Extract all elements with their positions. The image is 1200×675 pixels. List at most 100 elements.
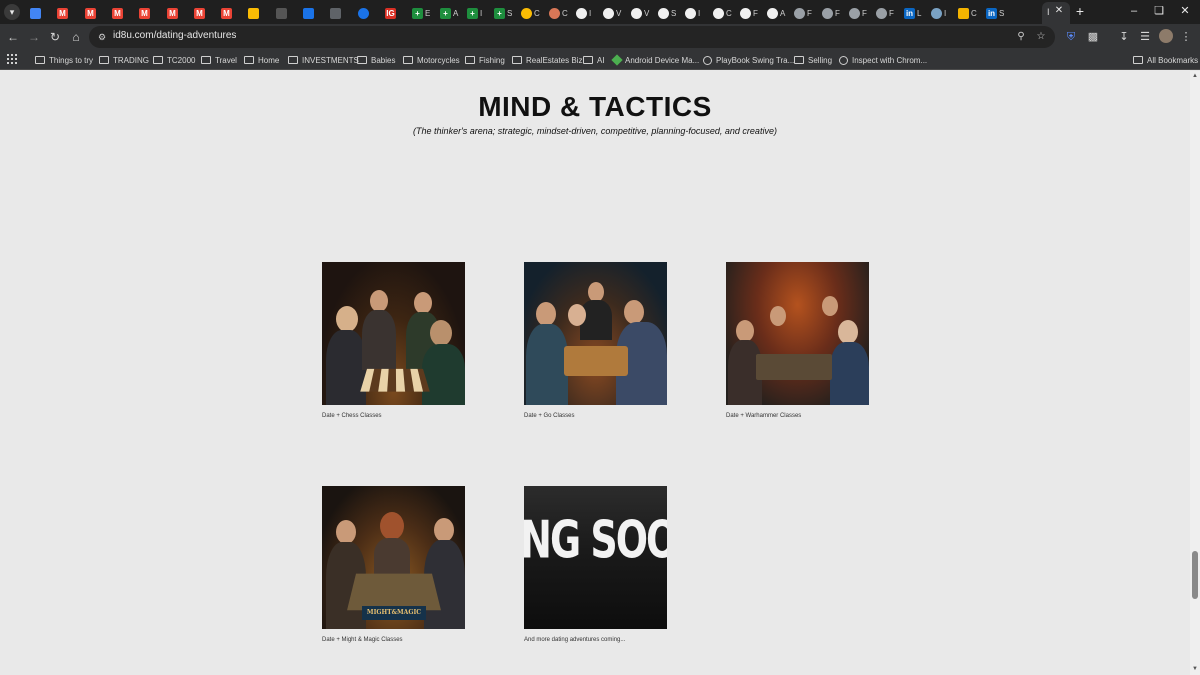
media-control-icon[interactable]: ☰ — [1137, 29, 1153, 45]
bookmark-item[interactable]: RealEstates Biz — [512, 53, 582, 67]
back-icon[interactable]: ← — [5, 29, 21, 45]
browser-tab[interactable]: M — [218, 4, 244, 22]
bookmark-item[interactable]: Home — [244, 53, 279, 67]
browser-tab[interactable]: + E — [409, 4, 435, 22]
browser-tab[interactable]: M — [54, 4, 80, 22]
forward-icon[interactable]: → — [26, 29, 42, 45]
browser-tab[interactable]: C — [546, 4, 572, 22]
card-chess[interactable]: Date + Chess Classes — [322, 262, 465, 419]
menu-icon[interactable]: ⋮ — [1178, 29, 1194, 45]
scroll-up-icon[interactable]: ▲ — [1191, 72, 1199, 80]
browser-tab[interactable]: C — [955, 4, 981, 22]
new-tab-button[interactable]: + — [1073, 3, 1087, 19]
browser-tab[interactable]: I — [682, 4, 708, 22]
browser-tab[interactable]: F — [819, 4, 845, 22]
browser-tab[interactable]: A — [764, 4, 790, 22]
bitwarden-shield-icon[interactable]: ⛨ — [1063, 29, 1079, 45]
tab-title: S — [999, 8, 1005, 18]
card-might-magic[interactable]: MIGHT&MAGIC Date + Might & Magic Classes — [322, 486, 465, 643]
browser-tab[interactable]: V — [600, 4, 626, 22]
bookmark-item[interactable]: Inspect with Chrom... — [839, 53, 927, 67]
address-bar[interactable]: ⚙ id8u.com/dating-adventures ⚲ ☆ — [89, 26, 1055, 48]
gmail-icon: M — [57, 7, 68, 19]
bookmark-star-icon[interactable]: ☆ — [1034, 30, 1048, 44]
bookmark-item[interactable]: Selling — [794, 53, 832, 67]
page-scrollbar[interactable]: ▲ ▼ — [1190, 71, 1200, 675]
home-icon[interactable]: ⌂ — [68, 29, 84, 45]
bookmark-item[interactable]: INVESTMENTS — [288, 53, 359, 67]
bookmark-item[interactable]: TRADING — [99, 53, 149, 67]
bookmark-label: TC2000 — [167, 55, 196, 65]
browser-tab[interactable]: C — [518, 4, 544, 22]
tab-title: S — [671, 8, 677, 18]
apps-grid-icon[interactable] — [7, 54, 17, 64]
browser-tab[interactable]: in L — [901, 4, 927, 22]
url-text[interactable]: id8u.com/dating-adventures — [113, 30, 236, 41]
browser-tab[interactable]: IG — [382, 4, 408, 22]
browser-tab[interactable]: + A — [437, 4, 463, 22]
browser-tab[interactable]: C — [710, 4, 736, 22]
bookmark-item[interactable]: Android Device Ma... — [611, 53, 699, 67]
extensions-icon[interactable]: ▩ — [1085, 29, 1101, 45]
browser-tab[interactable]: I — [573, 4, 599, 22]
chess-photo[interactable] — [322, 262, 465, 405]
browser-tab[interactable]: + S — [491, 4, 517, 22]
card-warhammer[interactable]: Date + Warhammer Classes — [726, 262, 869, 419]
browser-tab[interactable] — [273, 4, 299, 22]
browser-tab[interactable]: F — [737, 4, 763, 22]
sheets-icon: + — [467, 7, 478, 19]
tab-search-icon[interactable]: ▾ — [4, 4, 20, 20]
browser-tab[interactable]: S — [655, 4, 681, 22]
scroll-down-icon[interactable]: ▼ — [1191, 665, 1199, 673]
bookmark-item[interactable]: Fishing — [465, 53, 505, 67]
reload-icon[interactable]: ↻ — [47, 29, 63, 45]
browser-tab[interactable]: M — [136, 4, 162, 22]
bookmark-label: INVESTMENTS — [302, 55, 359, 65]
card-go[interactable]: Date + Go Classes — [524, 262, 667, 419]
browser-tab[interactable] — [300, 4, 326, 22]
browser-tab[interactable]: M — [191, 4, 217, 22]
close-window-icon[interactable]: ✕ — [1175, 3, 1195, 19]
browser-tab[interactable] — [355, 4, 381, 22]
bookmark-item[interactable]: Travel — [201, 53, 237, 67]
scroll-thumb[interactable] — [1192, 551, 1198, 599]
browser-tab[interactable]: M — [82, 4, 108, 22]
warhammer-photo[interactable] — [726, 262, 869, 405]
sheets-icon: + — [440, 7, 451, 19]
browser-tab[interactable]: F — [873, 4, 899, 22]
browser-tab[interactable]: M — [109, 4, 135, 22]
tab-title: C — [562, 8, 568, 18]
go-photo[interactable] — [524, 262, 667, 405]
card-coming-soon[interactable]: ING SOON And more dating adventures comi… — [524, 486, 667, 643]
zoom-icon[interactable]: ⚲ — [1014, 30, 1028, 44]
minimize-icon[interactable]: – — [1124, 3, 1144, 19]
bookmark-item[interactable]: Motorcycles — [403, 53, 460, 67]
sun-icon — [521, 7, 532, 19]
close-tab-icon[interactable]: ✕ — [1053, 5, 1065, 17]
browser-tab[interactable]: F — [846, 4, 872, 22]
all-bookmarks-button[interactable]: All Bookmarks — [1133, 53, 1198, 67]
download-icon[interactable]: ↧ — [1116, 29, 1132, 45]
github-icon — [685, 7, 696, 19]
bookmark-item[interactable]: PlayBook Swing Tra... — [703, 53, 794, 67]
browser-tab[interactable] — [27, 4, 53, 22]
might-magic-photo[interactable]: MIGHT&MAGIC — [322, 486, 465, 629]
browser-tab[interactable] — [327, 4, 353, 22]
bookmark-item[interactable]: Things to try — [35, 53, 93, 67]
browser-tab[interactable]: I — [928, 4, 954, 22]
site-info-icon[interactable]: ⚙ — [95, 30, 109, 44]
restore-icon[interactable]: ❏ — [1149, 3, 1169, 19]
bookmark-item[interactable]: Babies — [357, 53, 395, 67]
bookmark-item[interactable]: TC2000 — [153, 53, 195, 67]
profile-avatar[interactable] — [1159, 29, 1173, 43]
coming-soon-photo[interactable]: ING SOON — [524, 486, 667, 629]
bookmarks-bar: Things to try TRADING TC2000 Travel Home INVE… — [0, 50, 1200, 70]
browser-tab[interactable]: V — [628, 4, 654, 22]
tab-title: F — [753, 8, 758, 18]
browser-tab[interactable]: in S — [983, 4, 1009, 22]
browser-tab[interactable]: M — [164, 4, 190, 22]
browser-tab[interactable]: + I — [464, 4, 490, 22]
bookmark-item[interactable]: AI — [583, 53, 605, 67]
browser-tab[interactable]: F — [791, 4, 817, 22]
browser-tab[interactable] — [245, 4, 271, 22]
